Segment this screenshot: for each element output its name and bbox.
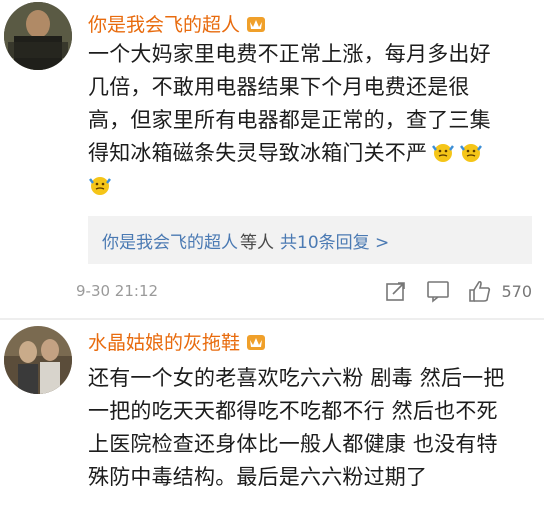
thumbs-up-icon[interactable] [467,278,493,304]
username[interactable]: 水晶姑娘的灰拖鞋 [88,328,266,355]
comment-line: 还有一个女的老喜欢吃六六粉 剧毒 然后一把 [88,366,505,390]
username-text[interactable]: 水晶姑娘的灰拖鞋 [88,328,240,355]
comment-text: 还有一个女的老喜欢吃六六粉 剧毒 然后一把 一把的吃天天都得吃不吃都不行 然后也… [88,362,528,494]
comment-line [84,170,528,203]
crown-vip-icon [246,332,266,352]
comment-line: 高，但家里所有电器都是正常的，查了三集 [88,108,491,132]
reply-user[interactable]: 你是我会飞的超人 [102,228,238,253]
shrug-emoji-icon [459,140,483,164]
crown-vip-icon [246,14,266,34]
like-count: 570 [501,281,532,301]
timestamp: 9-30 21:12 [76,282,159,300]
reply-count[interactable]: 共10条回复 > [280,228,389,253]
comment-text: 一个大妈家里电费不正常上涨，每月多出好 几倍，不敢用电器结果下个月电费还是很 高… [88,38,528,203]
shrug-emoji-icon [88,173,112,197]
comment-line: 殊防中毒结构。最后是六六粉过期了 [88,465,428,489]
reply-mid: 等人 [240,232,274,253]
username-text[interactable]: 你是我会飞的超人 [88,10,240,37]
comment-meta: 9-30 21:12 570 [76,278,532,308]
avatar[interactable] [4,2,72,70]
comment-line-text: 得知冰箱磁条失灵导致冰箱门关不严 [88,141,428,165]
share-icon[interactable] [383,278,409,304]
divider [0,318,544,320]
avatar[interactable] [4,326,72,394]
reply-summary[interactable]: 你是我会飞的超人 等人 共10条回复 > [88,216,532,264]
comment-line: 一个大妈家里电费不正常上涨，每月多出好 [88,42,491,66]
comment-line: 几倍，不敢用电器结果下个月电费还是很 [88,75,470,99]
comment-icon[interactable] [425,278,451,304]
username[interactable]: 你是我会飞的超人 [88,10,266,37]
comment-line: 得知冰箱磁条失灵导致冰箱门关不严 [88,137,528,170]
comment-item: 水晶姑娘的灰拖鞋 还有一个女的老喜欢吃六六粉 剧毒 然后一把 一把的吃天天都得吃… [0,322,544,513]
comment-line: 上医院检查还身体比一般人都健康 也没有特 [88,432,498,456]
comment-actions: 570 [383,278,532,304]
shrug-emoji-icon [431,140,455,164]
comment-item: 你是我会飞的超人 一个大妈家里电费不正常上涨，每月多出好 几倍，不敢用电器结果下… [0,0,544,320]
comment-line: 一把的吃天天都得吃不吃都不行 然后也不死 [88,399,498,423]
